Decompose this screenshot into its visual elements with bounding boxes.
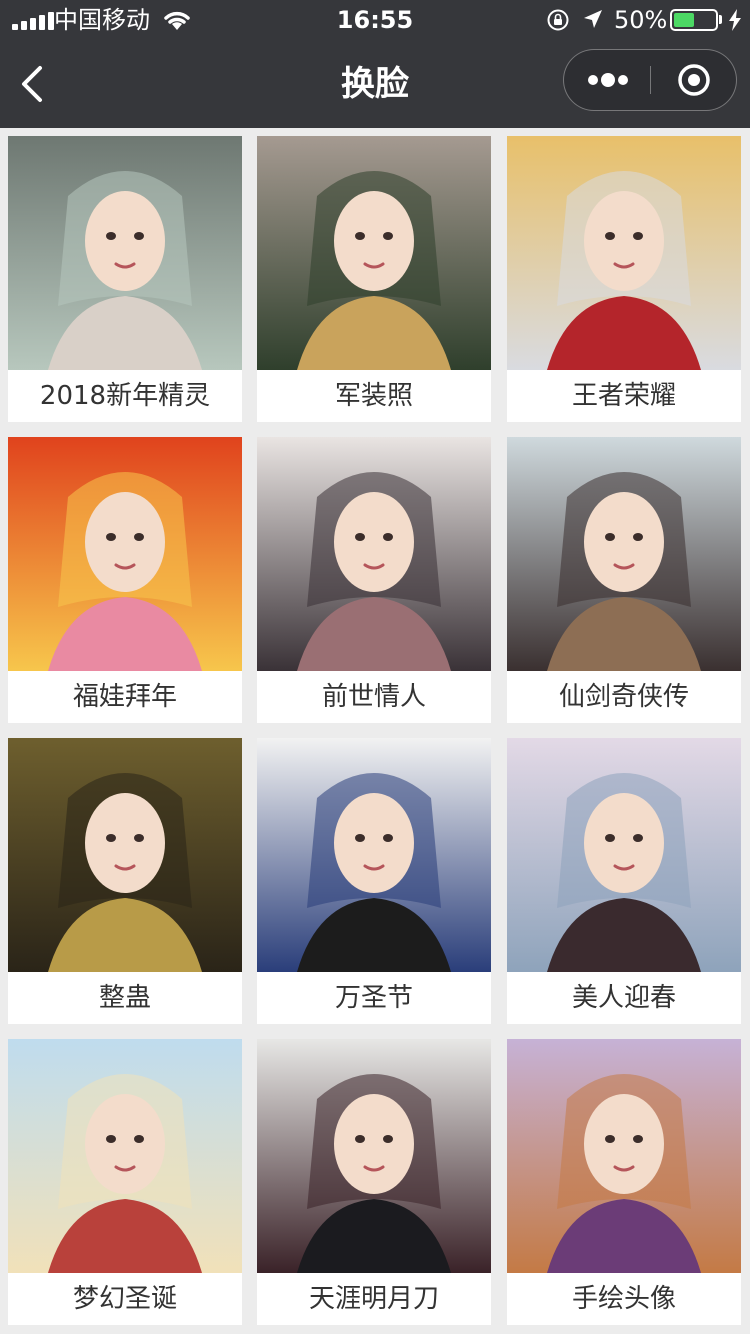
template-card[interactable]: 2018新年精灵	[8, 136, 242, 422]
template-thumbnail-image	[507, 738, 741, 972]
template-label: 天涯明月刀	[308, 1284, 439, 1314]
navigation-bar: 换脸	[0, 40, 750, 128]
template-card[interactable]: 军装照	[257, 136, 491, 422]
battery-level	[674, 13, 694, 27]
template-label: 手绘头像	[571, 1284, 676, 1314]
battery-tip	[719, 15, 722, 24]
template-thumbnail-image	[8, 136, 242, 370]
status-bar: 中国移动 16:55 50%	[0, 0, 750, 40]
mini-program-capsule	[563, 49, 737, 111]
battery-percent: 50%	[614, 6, 668, 34]
template-card[interactable]: 前世情人	[257, 437, 491, 723]
template-card[interactable]: 王者荣耀	[507, 136, 741, 422]
charging-bolt-icon	[729, 9, 741, 31]
template-label: 万圣节	[334, 983, 413, 1013]
rotation-lock-icon	[547, 9, 569, 31]
more-button[interactable]	[564, 50, 650, 109]
template-thumbnail-image	[8, 738, 242, 972]
template-thumbnail-image	[257, 1039, 491, 1273]
template-label: 王者荣耀	[571, 381, 676, 411]
template-thumbnail-image	[507, 136, 741, 370]
template-card[interactable]: 整蛊	[8, 738, 242, 1024]
template-label: 2018新年精灵	[39, 381, 211, 411]
template-thumbnail-image	[507, 1039, 741, 1273]
template-thumbnail-image	[8, 1039, 242, 1273]
template-label: 前世情人	[321, 682, 426, 712]
battery-icon	[670, 9, 718, 31]
template-card[interactable]: 梦幻圣诞	[8, 1039, 242, 1325]
template-label: 美人迎春	[571, 983, 676, 1013]
more-dots-icon	[588, 73, 628, 87]
close-button[interactable]	[651, 50, 737, 109]
template-thumbnail-image	[507, 437, 741, 671]
template-card[interactable]: 仙剑奇侠传	[507, 437, 741, 723]
template-card[interactable]: 美人迎春	[507, 738, 741, 1024]
template-label: 福娃拜年	[72, 682, 177, 712]
template-thumbnail-image	[257, 437, 491, 671]
top-bar: 中国移动 16:55 50% 换脸	[0, 0, 750, 128]
template-card[interactable]: 手绘头像	[507, 1039, 741, 1325]
location-arrow-icon	[584, 10, 602, 28]
template-label: 军装照	[334, 381, 413, 411]
target-circle-icon	[678, 64, 710, 96]
template-thumbnail-image	[257, 136, 491, 370]
template-label: 梦幻圣诞	[72, 1284, 177, 1314]
template-thumbnail-image	[8, 437, 242, 671]
template-thumbnail-image	[257, 738, 491, 972]
template-card[interactable]: 天涯明月刀	[257, 1039, 491, 1325]
template-label: 仙剑奇侠传	[558, 682, 689, 712]
template-card[interactable]: 万圣节	[257, 738, 491, 1024]
template-label: 整蛊	[98, 983, 151, 1013]
template-card[interactable]: 福娃拜年	[8, 437, 242, 723]
